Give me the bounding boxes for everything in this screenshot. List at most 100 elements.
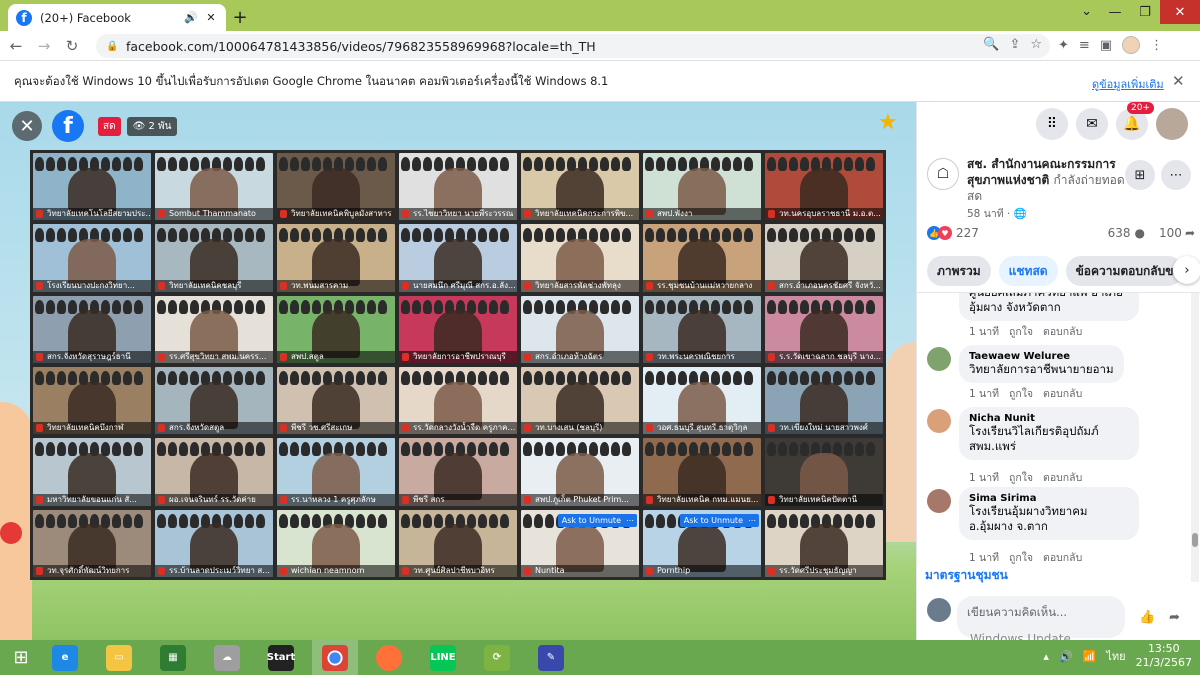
tile-more-button[interactable]: ⋯ (745, 513, 759, 527)
commenter-avatar[interactable] (927, 347, 951, 371)
video-player[interactable]: ★ ✕ f สด 👁 2 พัน วิทยาลัยเทคโนโลยีสยามปร… (0, 102, 916, 640)
minimize-button[interactable]: — (1100, 0, 1130, 24)
community-standards-link[interactable]: มาตรฐานชุมชน (925, 566, 1008, 585)
participant-tile: วิทยาลัยสารพัดช่างพัทลุง (521, 224, 639, 292)
extensions-icon[interactable]: ✦ (1058, 38, 1069, 53)
comment-count[interactable]: 638 (1108, 226, 1131, 240)
account-avatar[interactable] (1156, 108, 1188, 140)
infobar-close-icon[interactable]: ✕ (1172, 72, 1185, 90)
love-reaction-icon[interactable]: ♥ (938, 226, 952, 240)
volume-icon[interactable]: 🔊 (1059, 650, 1073, 663)
participant-name: รร.ชุมชนบ้านแม่หวายกลาง (643, 279, 761, 292)
back-button[interactable]: ← (4, 34, 28, 58)
ask-to-unmute-button[interactable]: Ask to Unmute (557, 513, 625, 527)
comment-reply-link[interactable]: ตอบกลับ (1043, 469, 1082, 486)
participant-name: นายสมนึก ศรีมุณี สกร.อ.ลัง... (399, 279, 517, 292)
window-close-button[interactable]: ✕ (1160, 0, 1200, 24)
tabs-next-icon[interactable]: › (1173, 256, 1200, 284)
profile-avatar[interactable] (1122, 36, 1141, 54)
share-icon[interactable]: ⇪ (1009, 37, 1020, 52)
chrome-menu-icon[interactable]: ⋮ (1150, 38, 1163, 53)
comment-like-link[interactable]: ถูกใจ (1009, 549, 1033, 566)
participant-tile: สกร.อำเภอนครชัยศรี จังหวั... (765, 224, 883, 292)
reaction-count[interactable]: 227 (956, 226, 979, 240)
messenger-icon[interactable]: ✉ (1076, 108, 1108, 140)
muted-mic-icon (158, 210, 165, 219)
comment-like-link[interactable]: ถูกใจ (1009, 323, 1033, 340)
muted-mic-icon (524, 567, 531, 575)
taskbar-editor[interactable]: ✎ (528, 640, 574, 675)
facebook-logo-icon[interactable]: f (52, 110, 84, 142)
media-icon[interactable]: ≡ (1079, 38, 1090, 53)
like-thumb-icon[interactable]: 👍 (1139, 610, 1155, 625)
save-button[interactable]: ⊞ (1125, 160, 1155, 190)
muted-mic-icon (646, 495, 653, 504)
clock[interactable]: 13:50 21/3/2567 (1136, 642, 1192, 670)
more-options-button[interactable]: ⋯ (1161, 160, 1191, 190)
comment-bubble: Taewaew Weluree วิทยาลัยการอาชีพนายายอาม (959, 345, 1124, 383)
comment-reply-link[interactable]: ตอบกลับ (1043, 549, 1082, 566)
taskbar-drive[interactable]: ☁ (204, 640, 250, 675)
participant-tile: รร.บ้านลาดประเมว์วิทยา ส... (155, 509, 273, 577)
infobar-learn-more-link[interactable]: ดูข้อมูลเพิ่มเติม (1092, 75, 1164, 93)
muted-mic-icon (158, 424, 165, 433)
tab-live-chat[interactable]: แชทสด (998, 256, 1058, 286)
ask-to-unmute-button[interactable]: Ask to Unmute (679, 513, 747, 527)
windows-start-icon[interactable]: ⊞ (0, 640, 42, 675)
reaction-row: 👍 ♥ 227 638 ● 100 ➦ (927, 226, 1195, 240)
scrollbar-thumb[interactable] (1192, 533, 1198, 547)
notifications-bell-icon[interactable]: 🔔 20+ (1116, 102, 1154, 140)
share-forward-icon[interactable]: ➦ (1169, 610, 1180, 625)
tab-search-chevron-icon[interactable]: ⌄ (1081, 4, 1092, 19)
commenter-name[interactable]: Nicha Nunit (969, 413, 1129, 424)
participant-name: วิทยาลัยเทคนิค กทม.แมนย... (643, 493, 761, 506)
taskbar-firefox[interactable] (366, 640, 412, 675)
tab-replies[interactable]: ข้อความตอบกลับข (1065, 256, 1184, 286)
commenter-avatar[interactable] (927, 409, 951, 433)
participant-name: วท.บางเสน (ชลบุรี) (521, 422, 639, 435)
muted-mic-icon (158, 353, 165, 361)
tab-overview[interactable]: ภาพรวม (927, 256, 991, 286)
commenter-name[interactable]: Taewaew Weluree (969, 351, 1114, 362)
comment-reply-link[interactable]: ตอบกลับ (1043, 323, 1082, 340)
taskbar-start-app[interactable]: Start (258, 640, 304, 675)
taskbar-store[interactable]: ▦ (150, 640, 196, 675)
close-tab-icon[interactable]: ✕ (204, 11, 218, 25)
taskbar-line[interactable]: LINE (420, 640, 466, 675)
comment-like-link[interactable]: ถูกใจ (1009, 469, 1033, 486)
commenter-avatar[interactable] (927, 489, 951, 513)
participant-name: สกร.จังหวัดสุราษฎร์ธานี (33, 351, 151, 363)
comment-scrollbar[interactable] (1191, 293, 1199, 582)
participant-name: วิทยาลัยเทคนิคบึงกาฬ (33, 422, 151, 435)
commenter-name[interactable]: Sima Sirima (969, 493, 1129, 504)
share-count[interactable]: 100 (1159, 226, 1182, 240)
comment-reply-link[interactable]: ตอบกลับ (1043, 385, 1082, 402)
close-video-icon[interactable]: ✕ (12, 111, 42, 141)
new-tab-button[interactable]: + (226, 4, 254, 31)
address-bar[interactable]: 🔒 facebook.com/100064781433856/videos/79… (96, 34, 1050, 58)
comment-like-link[interactable]: ถูกใจ (1009, 385, 1033, 402)
speaker-icon[interactable]: 🔊 (184, 11, 198, 25)
chrome-icon (322, 644, 348, 671)
page-logo-icon[interactable]: ☖ (927, 158, 959, 190)
side-panel-icon[interactable]: ▣ (1100, 38, 1112, 53)
participant-tile: รร.ชุมชนบ้านแม่หวายกลาง (643, 224, 761, 292)
bookmark-star-icon[interactable]: ☆ (1030, 37, 1042, 52)
tray-chevron-icon[interactable]: ▴ (1043, 650, 1049, 663)
taskbar-sync[interactable]: ⟳ (474, 640, 520, 675)
menu-grid-icon[interactable]: ⠿ (1036, 108, 1068, 140)
taskbar-ie[interactable]: e (42, 640, 88, 675)
reload-button[interactable]: ↻ (60, 34, 84, 58)
browser-tab[interactable]: f (20+) Facebook 🔊 ✕ (8, 4, 226, 31)
language-indicator[interactable]: ไทย (1106, 647, 1125, 665)
restore-button[interactable]: ❐ (1130, 0, 1160, 24)
participant-tile: วท.จุรศักดิ์พัฒน์วิทยการ (33, 509, 151, 577)
forward-button[interactable]: → (32, 34, 56, 58)
taskbar-explorer[interactable]: ▭ (96, 640, 142, 675)
muted-mic-icon (36, 495, 43, 504)
comment-meta: 1 นาที ถูกใจ ตอบกลับ (969, 549, 1082, 566)
zoom-icon[interactable]: 🔍 (983, 37, 999, 52)
taskbar-chrome[interactable] (312, 640, 358, 675)
network-icon[interactable]: 📶 (1083, 650, 1097, 663)
tile-more-button[interactable]: ⋯ (623, 513, 637, 527)
